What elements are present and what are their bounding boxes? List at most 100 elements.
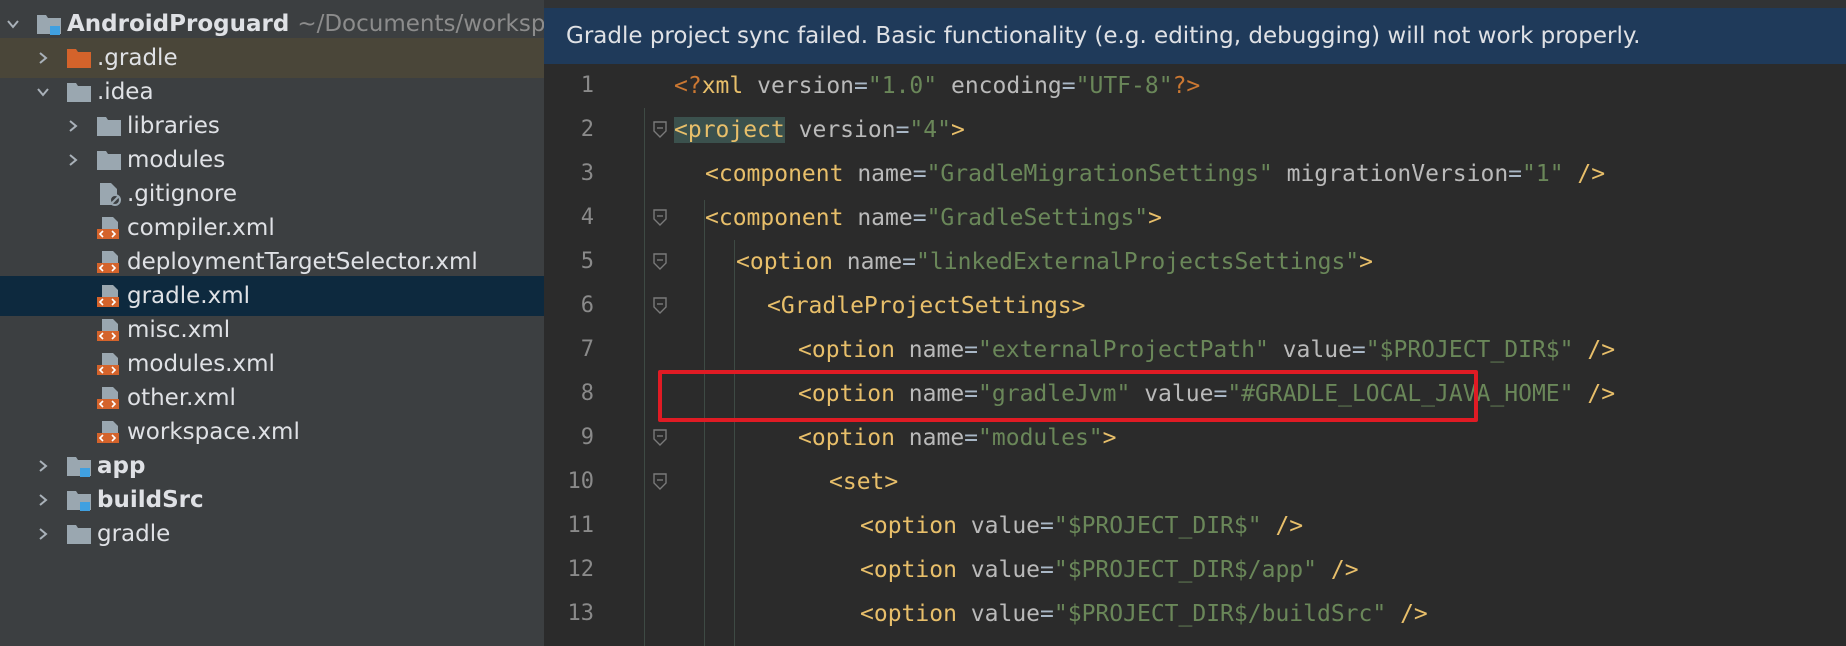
xml-file-icon <box>96 216 122 240</box>
line-number: 7 <box>580 337 594 362</box>
line-number: 8 <box>580 381 594 406</box>
code-line[interactable]: 4 <component name="GradleSettings"> <box>544 196 1846 240</box>
line-number: 5 <box>580 249 594 274</box>
folder-icon <box>66 80 92 104</box>
sync-failed-banner: Gradle project sync failed. Basic functi… <box>544 8 1846 64</box>
code-token: <component <box>705 205 858 231</box>
folder-icon <box>96 148 122 172</box>
code-token: "UTF-8" <box>1075 73 1173 99</box>
code-token: "$PROJECT_DIR$/app" <box>1053 557 1317 583</box>
code-token: = <box>1508 161 1523 187</box>
code-token: > <box>1102 425 1117 451</box>
fold-marker-icon[interactable] <box>652 284 668 328</box>
code-token: <? <box>674 73 702 99</box>
code-token: value <box>970 601 1041 627</box>
code-token: value <box>970 557 1041 583</box>
code-token: = <box>1040 513 1054 539</box>
code-line[interactable]: 5 <option name="linkedExternalProjectsSet… <box>544 240 1846 284</box>
code-text: <component name="GradleSettings"> <box>705 196 1162 240</box>
code-token: = <box>1040 601 1054 627</box>
line-number: 10 <box>567 469 595 494</box>
code-token: "$PROJECT_DIR$" <box>1053 513 1262 539</box>
line-number: 9 <box>580 425 594 450</box>
code-token: name <box>857 205 913 231</box>
tree-item-label: gradle <box>97 521 171 547</box>
code-token: /> <box>1386 601 1428 627</box>
code-line[interactable]: 1 <?xml version="1.0" encoding="UTF-8"?> <box>544 64 1846 108</box>
code-token: "GradleSettings" <box>926 205 1149 231</box>
code-text: <option name="linkedExternalProjectsSett… <box>736 240 1373 284</box>
code-line[interactable]: 12 <option value="$PROJECT_DIR$/app" /> <box>544 548 1846 592</box>
code-text: <option value="$PROJECT_DIR$" /> <box>860 504 1303 548</box>
code-token: "modules" <box>978 425 1103 451</box>
xml-file-icon <box>96 250 122 274</box>
code-token: <option <box>736 249 847 275</box>
code-token: = <box>1061 73 1076 99</box>
code-token: version <box>757 73 855 99</box>
code-line[interactable]: 11 <option value="$PROJECT_DIR$" /> <box>544 504 1846 548</box>
line-number: 2 <box>580 117 594 142</box>
code-token: "$PROJECT_DIR$/buildSrc" <box>1053 601 1387 627</box>
code-token: <option <box>798 425 909 451</box>
highlight-annotation-box <box>658 370 1478 422</box>
code-token: > <box>950 117 965 143</box>
code-token: <project <box>674 117 785 143</box>
code-line[interactable]: 2 <project version="4"> <box>544 108 1846 152</box>
code-line[interactable]: 13 <option value="$PROJECT_DIR$/buildSrc"… <box>544 592 1846 636</box>
code-token: = <box>964 425 979 451</box>
code-line[interactable]: 9 <option name="modules"> <box>544 416 1846 460</box>
project-name: AndroidProguard <box>67 11 290 37</box>
xml-file-icon <box>96 386 122 410</box>
code-token: = <box>1351 337 1366 363</box>
folder-icon <box>66 522 92 546</box>
code-token: = <box>1040 557 1054 583</box>
code-token: <option <box>798 337 909 363</box>
module-folder-icon <box>66 488 92 512</box>
code-token: <option <box>860 557 971 583</box>
code-token: /> <box>1261 513 1304 539</box>
fold-marker-icon[interactable] <box>652 460 668 504</box>
code-token: version <box>784 117 896 143</box>
code-token: encoding <box>937 73 1062 99</box>
code-token: = <box>895 117 910 143</box>
project-tree: AndroidProguard ~/Documents/worksp .grad… <box>0 0 544 646</box>
fold-marker-icon[interactable] <box>652 108 668 152</box>
line-number: 1 <box>580 73 594 98</box>
module-folder-icon <box>66 454 92 478</box>
fold-marker-icon[interactable] <box>652 240 668 284</box>
code-token: = <box>912 205 927 231</box>
xml-file-icon <box>96 284 122 308</box>
code-token: "linkedExternalProjectsSettings" <box>916 249 1360 275</box>
code-token: value <box>1268 337 1352 363</box>
code-line[interactable]: 6 <GradleProjectSettings> <box>544 284 1846 328</box>
fold-marker-icon[interactable] <box>652 196 668 240</box>
code-token: migrationVersion <box>1272 161 1509 187</box>
code-token: <option <box>860 513 971 539</box>
code-line[interactable]: 3 <component name="GradleMigrationSetting… <box>544 152 1846 196</box>
code-token: /> <box>1573 337 1616 363</box>
code-line[interactable]: 10 <set> <box>544 460 1846 504</box>
code-text: <project version="4"> <box>674 108 965 152</box>
line-number: 4 <box>580 205 594 230</box>
xml-file-icon <box>96 420 122 444</box>
code-token: <option <box>860 601 971 627</box>
code-text: <GradleProjectSettings> <box>767 284 1086 328</box>
tree-item-gradle-folder[interactable]: gradle <box>0 514 544 554</box>
chevron-right-icon[interactable] <box>30 514 56 554</box>
code-token: "4" <box>909 117 951 143</box>
code-token: /> <box>1563 161 1606 187</box>
code-token: > <box>1359 249 1373 275</box>
code-line[interactable]: 7 <option name="externalProjectPath" valu… <box>544 328 1846 372</box>
xml-file-icon <box>96 352 122 376</box>
code-token: = <box>964 337 979 363</box>
ignored-file-icon <box>96 182 122 206</box>
code-token: <component <box>705 161 858 187</box>
fold-marker-icon[interactable] <box>652 416 668 460</box>
code-text: <option value="$PROJECT_DIR$/app" /> <box>860 548 1359 592</box>
code-token: <GradleProjectSettings> <box>767 293 1086 319</box>
code-token: > <box>1148 205 1162 231</box>
code-token: "1" <box>1522 161 1564 187</box>
code-token: /> <box>1317 557 1359 583</box>
code-token: name <box>857 161 913 187</box>
code-editor[interactable]: Gradle project sync failed. Basic functi… <box>544 0 1846 646</box>
